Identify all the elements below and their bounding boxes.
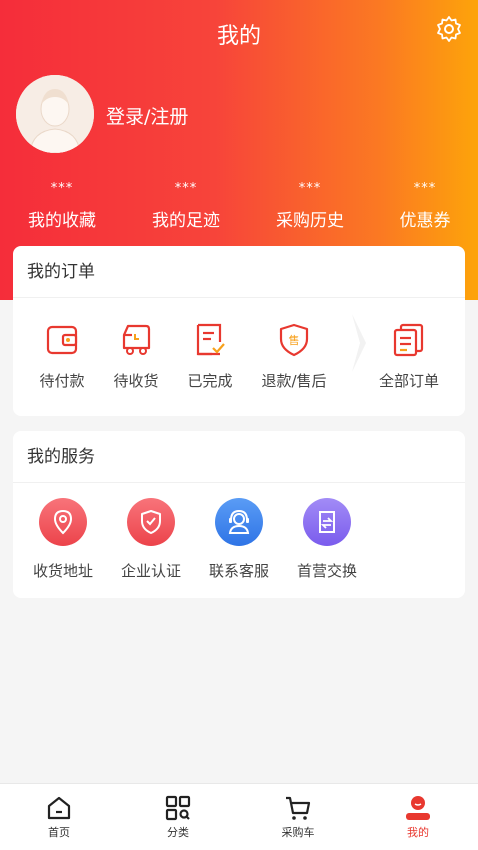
wallet-icon [44, 322, 80, 358]
stat-label: 我的足迹 [152, 211, 220, 231]
stat-favorites[interactable]: *** 我的收藏 [20, 180, 104, 231]
tab-label: 我的 [407, 826, 429, 839]
stat-value: *** [298, 181, 322, 196]
truck-icon [118, 322, 154, 358]
service-label: 联系客服 [208, 562, 269, 580]
stat-label: 采购历史 [276, 211, 344, 231]
location-pin-icon [39, 498, 87, 546]
tab-label: 首页 [48, 826, 70, 839]
bottom-tab-bar: 首页 分类 采购车 我的 [0, 783, 478, 850]
all-orders-icon [391, 322, 427, 358]
order-label: 待收货 [113, 372, 159, 390]
order-label: 全部订单 [378, 372, 439, 390]
cart-icon [284, 794, 312, 822]
stats-row: *** 我的收藏 *** 我的足迹 *** 采购历史 *** 优惠券 [0, 180, 478, 232]
tab-label: 采购车 [281, 826, 315, 839]
login-register-link[interactable]: 登录/注册 [106, 102, 188, 129]
svg-text:售: 售 [289, 333, 300, 347]
tab-home[interactable]: 首页 [19, 794, 99, 840]
stat-label: 我的收藏 [28, 211, 96, 231]
avatar[interactable] [16, 75, 94, 153]
after-sales-shield-icon: 售 [276, 322, 312, 358]
tab-label: 分类 [167, 826, 189, 839]
services-title: 我的服务 [13, 431, 465, 483]
service-label: 首营交换 [296, 562, 357, 580]
shield-check-icon [127, 498, 175, 546]
profile-icon [404, 794, 432, 822]
stat-label: 优惠券 [399, 211, 451, 231]
tab-profile[interactable]: 我的 [378, 794, 458, 840]
stat-purchase-history[interactable]: *** 采购历史 [268, 180, 352, 231]
service-contact-support[interactable]: 联系客服 [197, 498, 281, 581]
services-card: 我的服务 收货地址 企业认证 联系客服 首营交换 [13, 431, 465, 598]
service-first-exchange[interactable]: 首营交换 [285, 498, 369, 581]
order-completed[interactable]: 已完成 [170, 322, 250, 391]
home-icon [45, 794, 73, 822]
stat-coupons[interactable]: *** 优惠券 [392, 180, 458, 231]
order-all[interactable]: 全部订单 [369, 322, 449, 391]
customer-service-icon [215, 498, 263, 546]
order-label: 已完成 [187, 372, 233, 390]
order-refund-after-sales[interactable]: 售 退款/售后 [254, 322, 334, 391]
order-label: 待付款 [39, 372, 85, 390]
stat-value: *** [174, 181, 198, 196]
order-pending-receipt[interactable]: 待收货 [96, 322, 176, 391]
service-label: 企业认证 [120, 562, 181, 580]
completed-doc-icon [192, 322, 228, 358]
stat-footprints[interactable]: *** 我的足迹 [144, 180, 228, 231]
service-label: 收货地址 [32, 562, 93, 580]
settings-icon[interactable] [434, 14, 464, 44]
tab-cart[interactable]: 采购车 [258, 794, 338, 840]
stat-value: *** [50, 181, 74, 196]
order-pending-payment[interactable]: 待付款 [22, 322, 102, 391]
category-icon [164, 794, 192, 822]
service-enterprise-certification[interactable]: 企业认证 [109, 498, 193, 581]
tab-category[interactable]: 分类 [138, 794, 218, 840]
service-shipping-address[interactable]: 收货地址 [21, 498, 105, 581]
order-label: 退款/售后 [261, 372, 327, 390]
page-title: 我的 [216, 24, 261, 49]
exchange-doc-icon [303, 498, 351, 546]
orders-title: 我的订单 [13, 246, 465, 298]
stat-value: *** [413, 181, 437, 196]
orders-card: 我的订单 待付款 待收货 已完成 售 退款/售后 全部订单 [13, 246, 465, 416]
